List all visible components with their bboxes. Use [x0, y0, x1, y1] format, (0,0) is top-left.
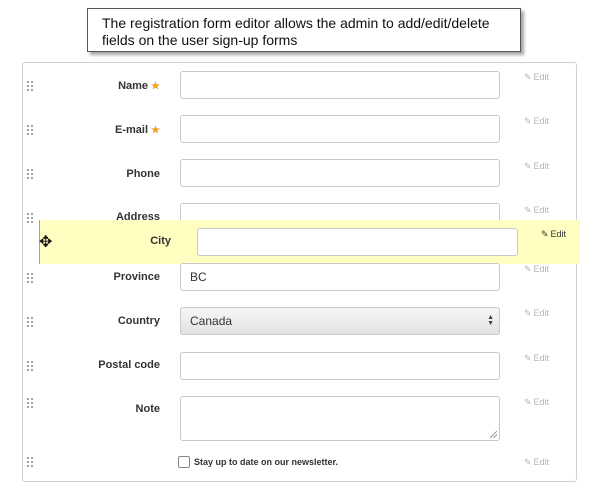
note-label: Note	[135, 403, 160, 415]
city-label: City	[150, 235, 171, 247]
edit-country-button[interactable]: ✎ Edit	[524, 308, 549, 319]
pencil-icon: ✎	[524, 72, 532, 82]
phone-field[interactable]	[180, 159, 500, 187]
edit-name-button[interactable]: ✎ Edit	[524, 72, 549, 83]
province-field[interactable]: BC	[180, 263, 500, 291]
callout-text: The registration form editor allows the …	[102, 15, 490, 48]
dragged-city-row[interactable]: ✥ City ✎ Edit	[39, 220, 580, 264]
pencil-icon: ✎	[524, 116, 532, 126]
pencil-icon: ✎	[524, 205, 532, 215]
pencil-icon: ✎	[524, 397, 532, 407]
province-label: Province	[113, 271, 160, 283]
drag-handle-icon[interactable]	[26, 456, 34, 468]
pencil-icon: ✎	[524, 308, 532, 318]
select-arrows-icon: ▲ ▼	[487, 314, 494, 327]
phone-label: Phone	[126, 168, 160, 180]
country-select-value: Canada	[190, 314, 233, 328]
pencil-icon: ✎	[524, 457, 532, 467]
edit-email-button[interactable]: ✎ Edit	[524, 116, 549, 127]
edit-postal-code-button[interactable]: ✎ Edit	[524, 353, 549, 364]
postal-code-field[interactable]	[180, 352, 500, 380]
required-star-icon: ★	[151, 125, 160, 136]
pencil-icon: ✎	[524, 353, 532, 363]
newsletter-checkbox[interactable]	[178, 456, 190, 468]
name-field[interactable]	[180, 71, 500, 99]
name-label: Name ★	[118, 80, 160, 92]
edit-phone-button[interactable]: ✎ Edit	[524, 161, 549, 172]
email-field[interactable]	[180, 115, 500, 143]
pencil-icon: ✎	[541, 229, 549, 239]
edit-address-button[interactable]: ✎ Edit	[524, 205, 549, 216]
city-field[interactable]	[197, 228, 518, 256]
edit-newsletter-button[interactable]: ✎ Edit	[524, 457, 549, 468]
edit-city-button[interactable]: ✎ Edit	[541, 229, 566, 240]
required-star-icon: ★	[151, 81, 160, 92]
newsletter-label: Stay up to date on our newsletter.	[194, 457, 339, 467]
edit-province-button[interactable]: ✎ Edit	[524, 264, 549, 275]
note-textarea[interactable]	[180, 396, 500, 441]
pencil-icon: ✎	[524, 264, 532, 274]
country-select[interactable]: Canada ▲ ▼	[180, 307, 500, 335]
email-label: E-mail ★	[115, 124, 160, 136]
tooltip-callout: The registration form editor allows the …	[87, 8, 521, 52]
country-label: Country	[117, 315, 160, 327]
postal-code-label: Postal code	[98, 359, 160, 371]
pencil-icon: ✎	[524, 161, 532, 171]
resize-grip-icon[interactable]	[490, 431, 497, 438]
edit-note-button[interactable]: ✎ Edit	[524, 397, 549, 408]
